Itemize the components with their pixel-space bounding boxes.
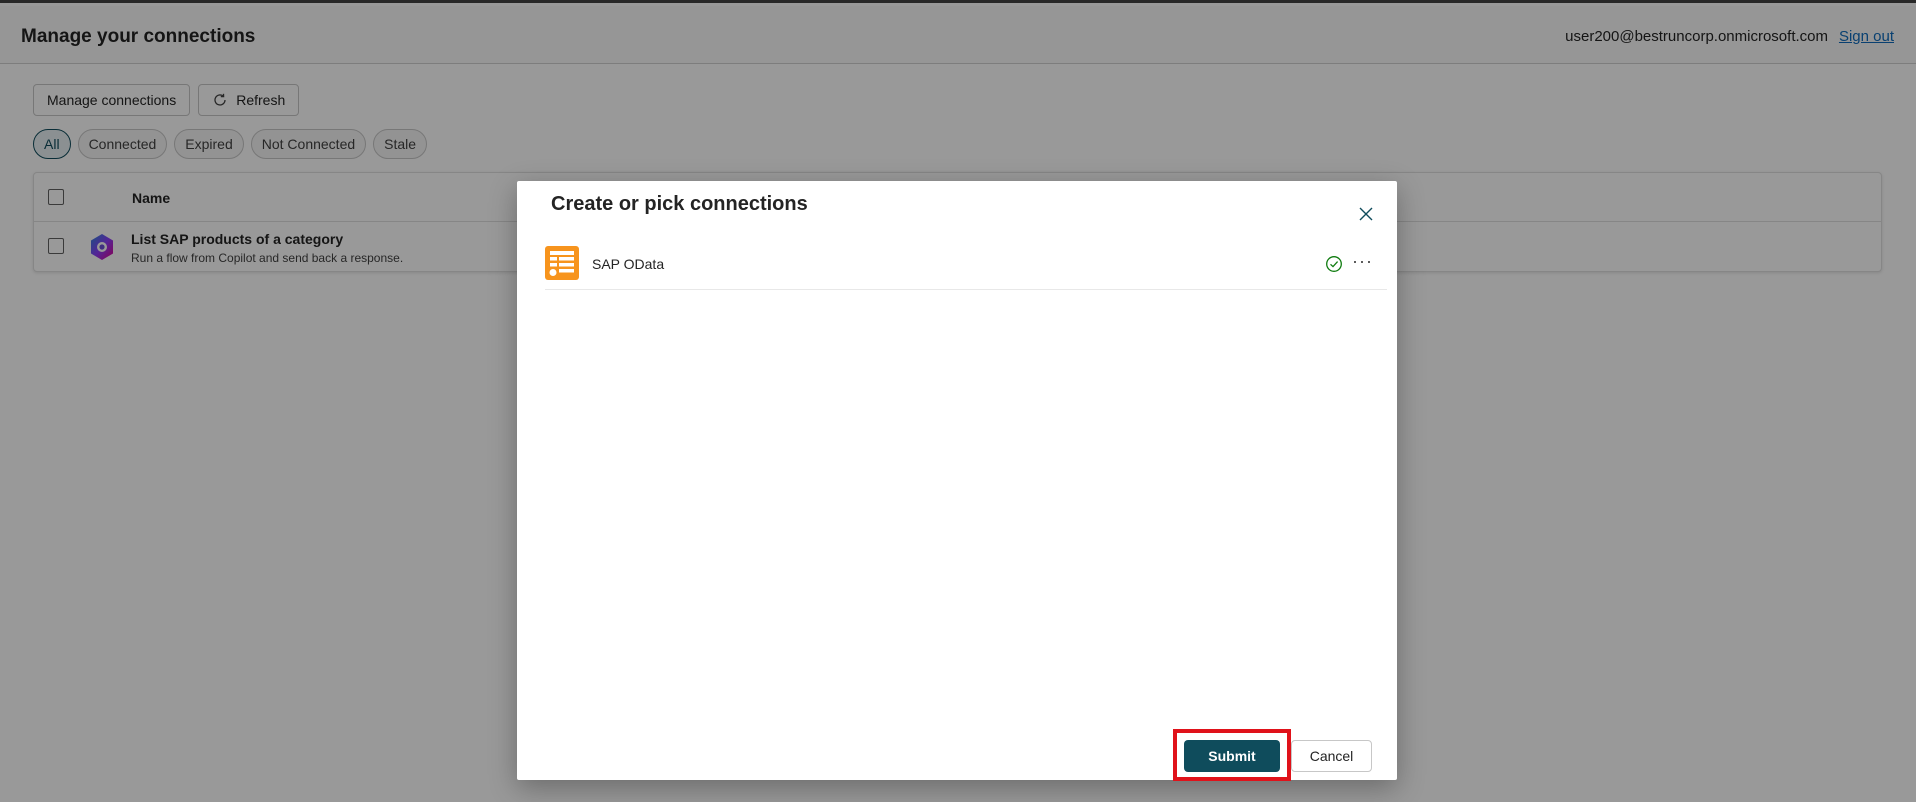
close-icon[interactable] (1357, 205, 1375, 223)
connection-name: SAP OData (592, 256, 665, 272)
check-circle-icon (1326, 256, 1342, 272)
more-options-icon[interactable]: ··· (1352, 251, 1373, 272)
connection-item[interactable]: SAP OData ··· (545, 242, 1387, 290)
dialog-title: Create or pick connections (551, 193, 808, 215)
sap-odata-icon (545, 246, 579, 280)
cancel-button[interactable]: Cancel (1291, 740, 1372, 772)
submit-button[interactable]: Submit (1184, 740, 1280, 772)
create-pick-connections-dialog: Create or pick connections SAP OData ···… (517, 181, 1397, 781)
